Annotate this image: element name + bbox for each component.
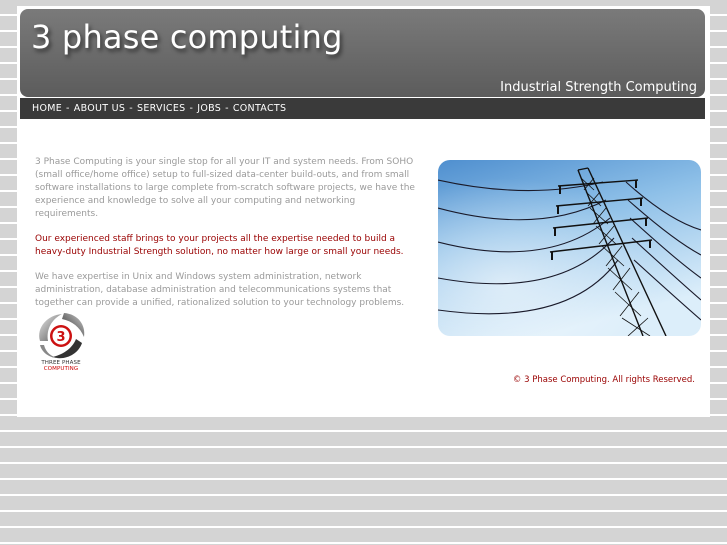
nav-services[interactable]: SERVICES bbox=[137, 103, 185, 114]
main-nav: HOME - ABOUT US - SERVICES - JOBS - CONT… bbox=[20, 98, 705, 119]
nav-separator: - bbox=[66, 103, 70, 114]
nav-about-us[interactable]: ABOUT US bbox=[74, 103, 126, 114]
main-content: 3 Phase Computing is your single stop fo… bbox=[35, 156, 415, 322]
company-logo[interactable]: 3 THREE PHASE COMPUTING bbox=[34, 311, 88, 377]
intro-paragraph: 3 Phase Computing is your single stop fo… bbox=[35, 157, 415, 219]
power-pylon-icon bbox=[438, 160, 701, 336]
nav-contacts[interactable]: CONTACTS bbox=[233, 103, 286, 114]
site-tagline: Industrial Strength Computing bbox=[500, 80, 697, 95]
logo-caption: THREE PHASE COMPUTING bbox=[34, 360, 88, 372]
site-title: 3 phase computing bbox=[31, 18, 343, 56]
page-container: 3 phase computing Industrial Strength Co… bbox=[17, 6, 710, 417]
logo-numeral: 3 bbox=[56, 330, 65, 345]
highlight-paragraph: Our experienced staff brings to your pro… bbox=[35, 234, 404, 257]
nav-home[interactable]: HOME bbox=[32, 103, 62, 114]
nav-separator: - bbox=[225, 103, 229, 114]
nav-separator: - bbox=[189, 103, 194, 114]
three-phase-logo-icon: 3 bbox=[39, 313, 85, 359]
expertise-paragraph: We have expertise in Unix and Windows sy… bbox=[35, 272, 405, 308]
logo-text-line2: COMPUTING bbox=[43, 366, 79, 372]
nav-jobs[interactable]: JOBS bbox=[197, 103, 221, 114]
nav-separator: - bbox=[129, 103, 133, 114]
power-pylon-image bbox=[438, 160, 701, 336]
copyright-notice: © 3 Phase Computing. All rights Reserved… bbox=[512, 375, 695, 385]
site-header: 3 phase computing Industrial Strength Co… bbox=[20, 9, 705, 97]
